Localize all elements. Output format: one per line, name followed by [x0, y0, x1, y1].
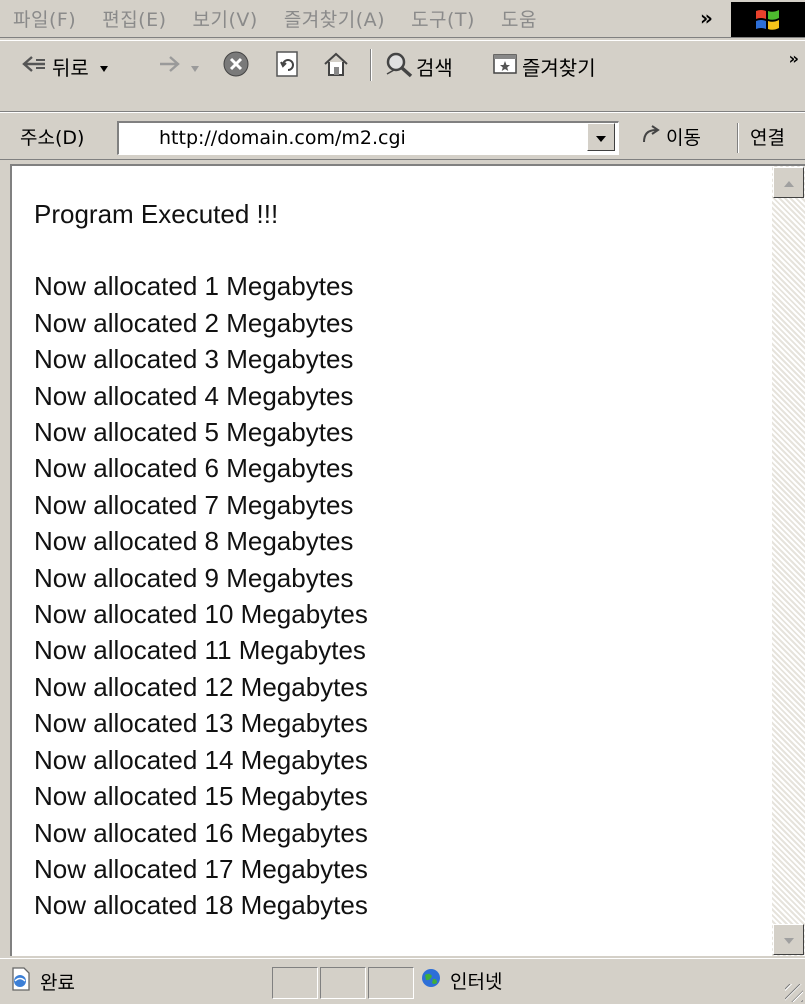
- menu-help[interactable]: 도움: [488, 5, 550, 32]
- menu-view[interactable]: 보기(V): [180, 5, 271, 32]
- toolbar: 뒤로 검색 즐겨찾기 »: [0, 40, 805, 112]
- allocation-line: Now allocated 10 Megabytes: [34, 599, 368, 630]
- dropdown-arrow-icon[interactable]: [99, 54, 109, 78]
- allocation-line: Now allocated 16 Megabytes: [34, 817, 368, 848]
- dropdown-arrow-icon[interactable]: [190, 54, 200, 78]
- allocation-line: Now allocated 7 Megabytes: [34, 489, 354, 520]
- address-bar: 주소(D) http://domain.com/m2.cgi 이동 연결: [0, 112, 805, 160]
- internet-zone-icon: [420, 967, 442, 994]
- page-heading: Program Executed !!!: [34, 199, 279, 229]
- allocation-line: Now allocated 15 Megabytes: [34, 781, 368, 812]
- allocation-line: Now allocated 2 Megabytes: [34, 307, 354, 338]
- stop-icon: [222, 50, 250, 83]
- favorites-icon: [492, 52, 518, 81]
- back-label: 뒤로: [52, 55, 89, 80]
- page-content: Program Executed !!! Now allocated 1 Meg…: [34, 196, 764, 924]
- address-dropdown-button[interactable]: [587, 123, 615, 151]
- allocation-line: Now allocated 18 Megabytes: [34, 890, 368, 921]
- page-viewport: Program Executed !!! Now allocated 1 Meg…: [10, 164, 805, 956]
- zone-label: 인터넷: [450, 971, 503, 993]
- allocation-list: Now allocated 1 Megabytes Now allocated 2…: [34, 268, 764, 923]
- address-url: http://domain.com/m2.cgi: [159, 127, 406, 149]
- status-zone: 인터넷: [420, 967, 502, 994]
- vertical-scrollbar[interactable]: [772, 166, 805, 956]
- menu-favorites[interactable]: 즐겨찾기(A): [271, 5, 398, 32]
- scroll-down-icon: [783, 930, 795, 949]
- home-button[interactable]: [322, 49, 350, 83]
- allocation-line: Now allocated 11 Megabytes: [34, 635, 366, 666]
- menu-tools[interactable]: 도구(T): [398, 5, 488, 32]
- allocation-line: Now allocated 8 Megabytes: [34, 526, 354, 557]
- status-text: 완료: [40, 972, 75, 994]
- links-button[interactable]: 연결: [750, 123, 785, 150]
- menu-file[interactable]: 파일(F): [0, 5, 89, 32]
- search-label: 검색: [416, 55, 453, 80]
- resize-grip[interactable]: [785, 984, 803, 1002]
- forward-arrow-icon: [158, 54, 180, 79]
- status-bar: 완료 인터넷: [0, 958, 805, 1004]
- go-button[interactable]: 이동: [640, 123, 701, 150]
- search-button[interactable]: 검색: [384, 49, 453, 83]
- scroll-up-icon: [783, 173, 795, 192]
- home-icon: [322, 50, 350, 83]
- scroll-up-button[interactable]: [773, 167, 804, 198]
- refresh-button[interactable]: [274, 49, 300, 83]
- address-input[interactable]: http://domain.com/m2.cgi: [117, 121, 619, 155]
- menu-bar: 파일(F) 편집(E) 보기(V) 즐겨찾기(A) 도구(T) 도움: [0, 0, 805, 38]
- favorites-button[interactable]: 즐겨찾기: [492, 49, 596, 83]
- go-label: 이동: [666, 127, 701, 149]
- toolbar-separator: [370, 49, 372, 81]
- back-button[interactable]: 뒤로: [22, 49, 109, 83]
- page-done-icon: [10, 967, 32, 996]
- status-main: 완료: [10, 967, 75, 996]
- menu-overflow-chevron[interactable]: »: [700, 6, 713, 30]
- back-arrow-icon: [22, 54, 48, 79]
- allocation-line: Now allocated 14 Megabytes: [34, 744, 368, 775]
- forward-button[interactable]: [158, 49, 200, 83]
- allocation-line: Now allocated 12 Megabytes: [34, 671, 368, 702]
- allocation-line: Now allocated 5 Megabytes: [34, 417, 354, 448]
- allocation-line: Now allocated 4 Megabytes: [34, 380, 354, 411]
- favorites-label: 즐겨찾기: [522, 55, 596, 80]
- stop-button[interactable]: [222, 49, 250, 83]
- allocation-line: Now allocated 1 Megabytes: [34, 271, 354, 302]
- refresh-icon: [274, 50, 300, 83]
- allocation-line: Now allocated 6 Megabytes: [34, 453, 354, 484]
- menu-edit[interactable]: 편집(E): [89, 5, 179, 32]
- status-pane: [368, 967, 414, 999]
- allocation-line: Now allocated 17 Megabytes: [34, 853, 368, 884]
- search-icon: [384, 50, 414, 83]
- windows-logo-icon: [731, 2, 805, 37]
- allocation-line: Now allocated 9 Megabytes: [34, 562, 354, 593]
- go-icon: [640, 123, 662, 150]
- status-pane: [320, 967, 366, 999]
- allocation-line: Now allocated 3 Megabytes: [34, 344, 354, 375]
- scroll-down-button[interactable]: [773, 924, 804, 955]
- address-label: 주소(D): [20, 127, 85, 149]
- chevron-down-icon: [595, 128, 607, 147]
- status-pane: [272, 967, 318, 999]
- toolbar-overflow-chevron[interactable]: »: [789, 49, 799, 68]
- allocation-line: Now allocated 13 Megabytes: [34, 708, 368, 739]
- address-separator: [737, 123, 739, 153]
